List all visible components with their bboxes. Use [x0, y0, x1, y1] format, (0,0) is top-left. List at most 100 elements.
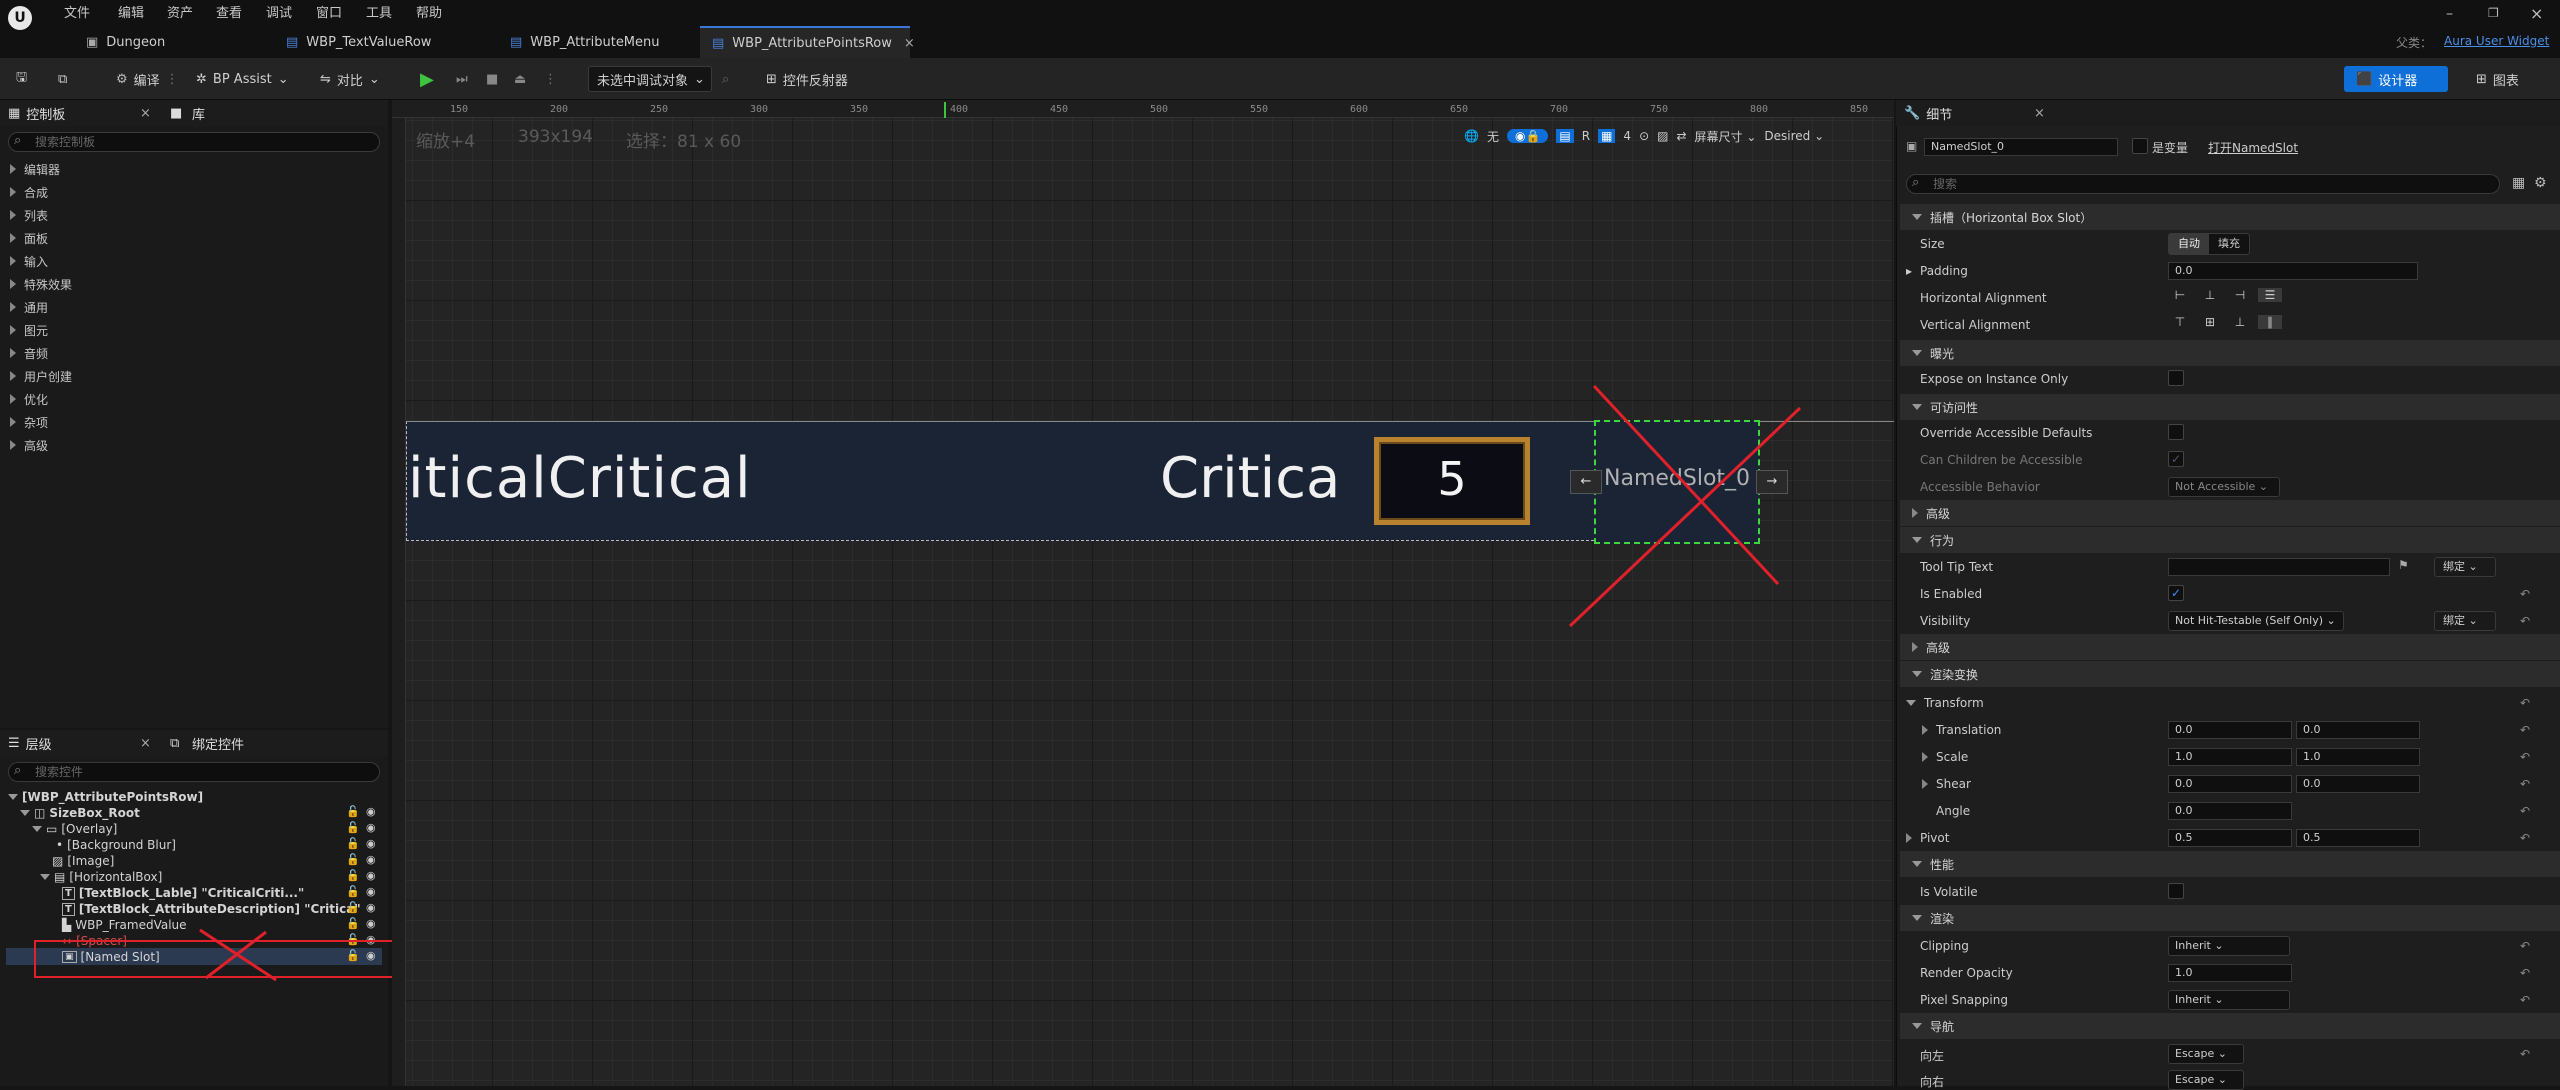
palette-category[interactable]: 输入: [10, 250, 48, 272]
accessible-behavior-dropdown[interactable]: Not Accessible ⌄: [2168, 477, 2280, 497]
tab-attributemenu[interactable]: ▤ WBP_AttributeMenu: [498, 26, 698, 58]
expand-padding-icon[interactable]: ▸: [1906, 264, 1912, 278]
section-navigation[interactable]: 导航: [1900, 1013, 2560, 1039]
translation-row[interactable]: Translation: [1922, 723, 2001, 737]
preview-description-text[interactable]: Critica: [1160, 446, 1340, 511]
section-advanced[interactable]: 高级: [1900, 500, 2560, 526]
menu-view[interactable]: 查看: [216, 2, 242, 22]
palette-category[interactable]: 音频: [10, 342, 48, 364]
more-icon[interactable]: ⋮: [544, 66, 557, 92]
palette-category[interactable]: 编辑器: [10, 158, 60, 180]
compile-button[interactable]: ⚙ 编译 ⋮: [116, 66, 179, 92]
menu-debug[interactable]: 调试: [266, 2, 292, 22]
palette-category[interactable]: 合成: [10, 181, 48, 203]
hierarchy-item-overlay[interactable]: ▭ [Overlay]: [32, 821, 117, 837]
diff-button[interactable]: ⇋ 对比 ⌄: [320, 66, 380, 92]
align-fill-icon[interactable]: ☰: [2258, 288, 2282, 302]
grid-snap-value[interactable]: 4: [1623, 129, 1631, 143]
angle-field[interactable]: 0.0: [2168, 802, 2292, 820]
eject-icon[interactable]: ⏏: [514, 66, 526, 92]
section-behavior[interactable]: 行为: [1900, 527, 2560, 553]
menu-file[interactable]: 文件: [64, 2, 90, 22]
tab-bind-widgets[interactable]: 绑定控件: [192, 734, 244, 753]
shear-y-field[interactable]: 0.0: [2296, 775, 2420, 793]
close-icon[interactable]: ×: [140, 106, 151, 121]
align-vfill-icon[interactable]: ∥: [2258, 315, 2282, 329]
palette-category[interactable]: 用户创建: [10, 365, 72, 387]
align-center-icon[interactable]: ⊥: [2198, 288, 2222, 302]
hierarchy-item-horizontalbox[interactable]: ▤ [HorizontalBox]: [40, 869, 162, 885]
visibility-dropdown[interactable]: Not Hit-Testable (Self Only) ⌄: [2168, 611, 2344, 631]
section-expose[interactable]: 曝光: [1900, 340, 2560, 366]
transform-row[interactable]: Transform: [1906, 696, 1984, 710]
override-accessible-checkbox[interactable]: [2168, 424, 2184, 440]
tab-textvaluerow[interactable]: ▤ WBP_TextValueRow: [274, 26, 474, 58]
reset-icon[interactable]: ↶: [2520, 939, 2530, 953]
close-icon[interactable]: ×: [2034, 106, 2045, 121]
align-bottom-icon[interactable]: ⊥: [2228, 315, 2252, 329]
close-window-icon[interactable]: ×: [2530, 4, 2543, 23]
reset-icon[interactable]: ↶: [2520, 587, 2530, 601]
clipping-dropdown[interactable]: Inherit ⌄: [2168, 936, 2290, 956]
tab-palette[interactable]: 控制板: [26, 104, 65, 123]
graph-mode-button[interactable]: ⊞ 图表: [2476, 66, 2519, 92]
image-view-icon[interactable]: ▨: [1657, 129, 1668, 143]
save-icon[interactable]: 🖫: [16, 66, 27, 92]
reset-icon[interactable]: ↶: [2520, 696, 2530, 710]
widget-reflector-button[interactable]: ⊞ 控件反射器: [766, 66, 848, 92]
shear-x-field[interactable]: 0.0: [2168, 775, 2292, 793]
table-view-icon[interactable]: ▦: [2512, 175, 2525, 191]
children-accessible-checkbox[interactable]: ✓: [2168, 451, 2184, 467]
palette-category[interactable]: 高级: [10, 434, 48, 456]
close-icon[interactable]: ×: [140, 736, 151, 751]
section-performance[interactable]: 性能: [1900, 851, 2560, 877]
section-accessibility[interactable]: 可访问性: [1900, 394, 2560, 420]
browse-icon[interactable]: ⧉: [58, 66, 67, 92]
scale-y-field[interactable]: 1.0: [2296, 748, 2420, 766]
restore-icon[interactable]: ❐: [2488, 6, 2499, 20]
close-tab-icon[interactable]: ×: [904, 36, 915, 51]
globe-icon[interactable]: 🌐: [1464, 129, 1479, 143]
reset-icon[interactable]: ↶: [2520, 993, 2530, 1007]
hierarchy-item-textblock-desc[interactable]: T [TextBlock_AttributeDescription] "Criti…: [62, 901, 361, 917]
is-enabled-checkbox[interactable]: ✓: [2168, 585, 2184, 601]
grid-snap-icon[interactable]: ▦: [1598, 129, 1616, 143]
menu-tools[interactable]: 工具: [366, 2, 392, 22]
hierarchy-item-image[interactable]: ▨ [Image]: [52, 853, 114, 869]
tooltip-field[interactable]: [2168, 558, 2390, 576]
scale-row[interactable]: Scale: [1922, 750, 1968, 764]
details-search-input[interactable]: 搜索: [1906, 174, 2500, 194]
debug-find-icon[interactable]: ⌕: [722, 66, 729, 92]
translation-x-field[interactable]: 0.0: [2168, 721, 2292, 739]
palette-category[interactable]: 优化: [10, 388, 48, 410]
fill-screen-dropdown[interactable]: Desired ⌄: [1764, 129, 1824, 143]
render-opacity-field[interactable]: 1.0: [2168, 964, 2292, 982]
is-variable-checkbox[interactable]: [2132, 138, 2148, 154]
align-top-icon[interactable]: ⊤: [2168, 315, 2192, 329]
palette-category[interactable]: 杂项: [10, 411, 48, 433]
hierarchy-search-input[interactable]: 搜索控件: [8, 762, 380, 782]
menu-asset[interactable]: 资产: [167, 2, 193, 22]
reset-icon[interactable]: ↶: [2520, 831, 2530, 845]
menu-window[interactable]: 窗口: [316, 2, 342, 22]
menu-edit[interactable]: 编辑: [118, 2, 144, 22]
section-render-transform[interactable]: 渲染变换: [1900, 661, 2560, 687]
designer-mode-button[interactable]: ⬛ 设计器: [2344, 66, 2448, 92]
bp-assist-button[interactable]: ✲ BP Assist ⌄: [196, 66, 289, 92]
padding-field[interactable]: 0.0: [2168, 262, 2418, 280]
pivot-y-field[interactable]: 0.5: [2296, 829, 2420, 847]
nav-right-dropdown[interactable]: Escape ⌄: [2168, 1070, 2244, 1090]
reset-icon[interactable]: ↶: [2520, 750, 2530, 764]
tab-attributepointsrow[interactable]: ▤ WBP_AttributePointsRow ×: [700, 26, 915, 58]
size-auto-button[interactable]: 自动: [2169, 234, 2209, 254]
palette-category[interactable]: 通用: [10, 296, 48, 318]
palette-category[interactable]: 图元: [10, 319, 48, 341]
shear-row[interactable]: Shear: [1922, 777, 1971, 791]
visibility-bind-button[interactable]: 绑定 ⌄: [2434, 611, 2496, 631]
reset-icon[interactable]: ↶: [2520, 966, 2530, 980]
open-named-slot-link[interactable]: 打开NamedSlot: [2208, 139, 2298, 156]
tab-details[interactable]: 细节: [1926, 104, 1952, 123]
respect-locks-button[interactable]: R: [1582, 129, 1590, 143]
step-icon[interactable]: ⏭: [456, 66, 468, 92]
align-left-icon[interactable]: ⊢: [2168, 288, 2192, 302]
